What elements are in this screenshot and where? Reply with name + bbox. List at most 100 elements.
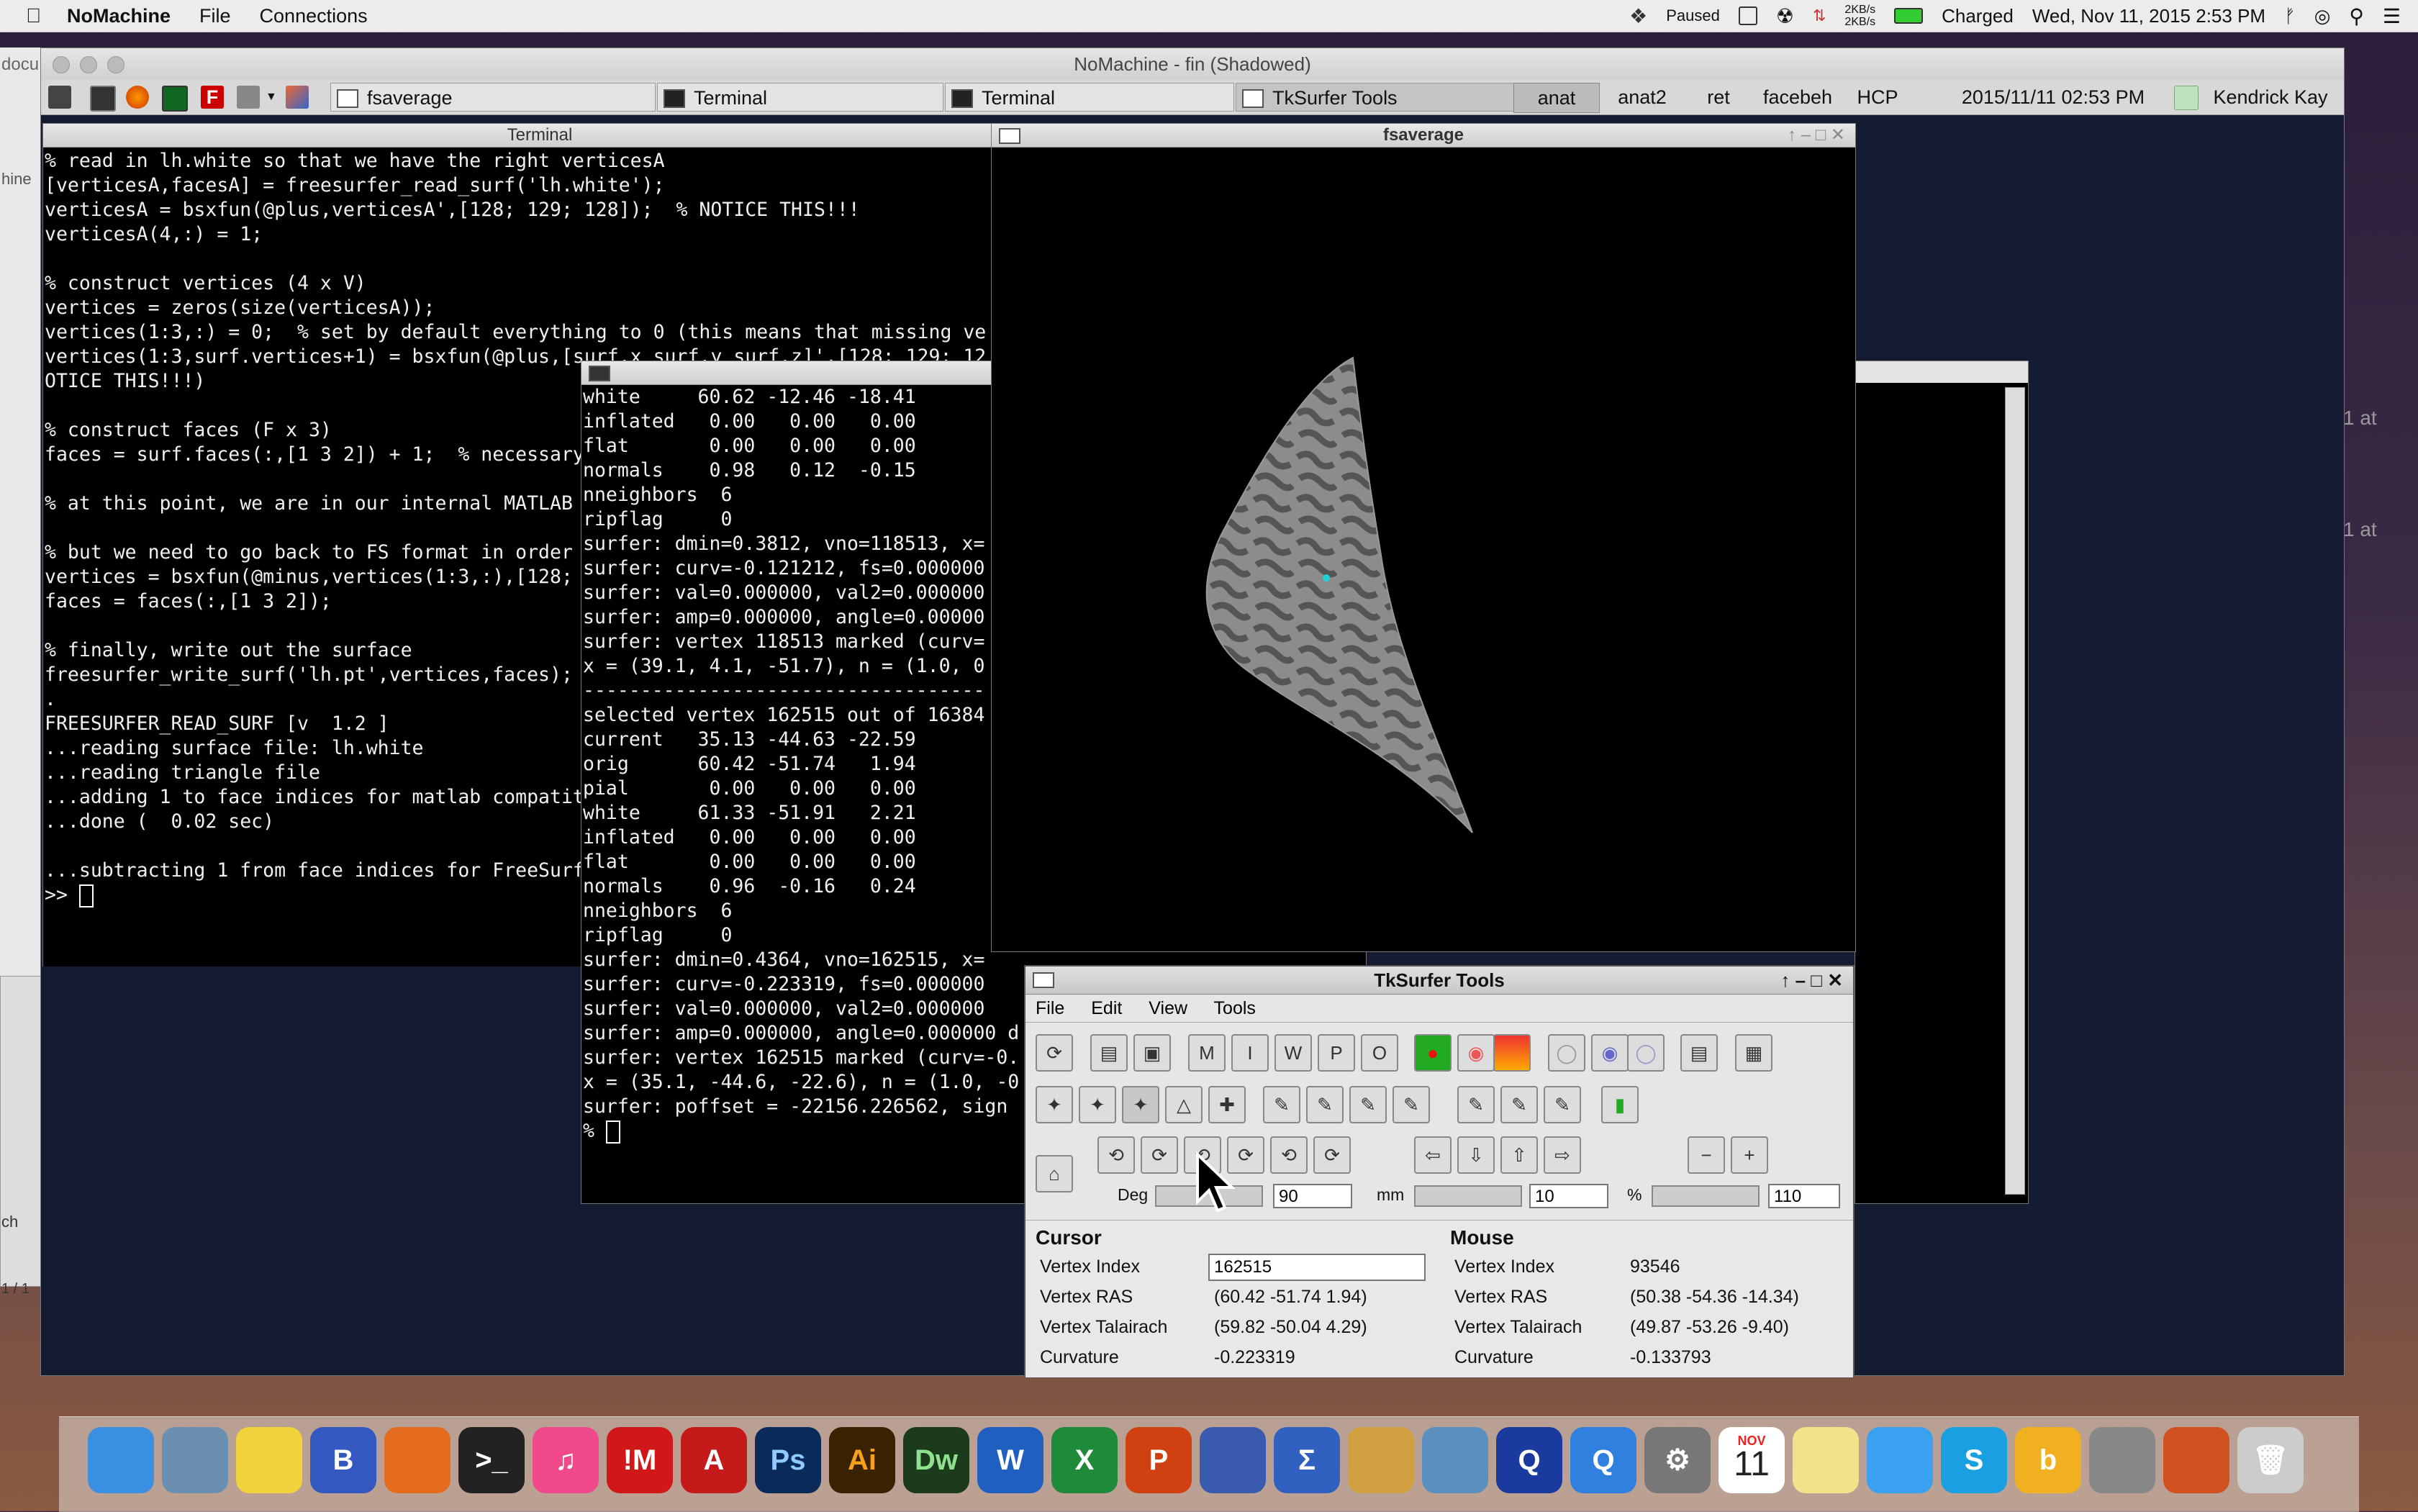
dock-system-preferences-icon[interactable]: ⚙ xyxy=(1644,1427,1711,1493)
fvwm-icon[interactable] xyxy=(48,86,71,109)
label-fill-icon[interactable]: ◉ xyxy=(1591,1034,1629,1072)
cut-line-icon[interactable]: ✚ xyxy=(1208,1086,1246,1123)
dock-bing-icon[interactable]: b xyxy=(2015,1427,2081,1493)
notification-center-icon[interactable]: ☰ xyxy=(2383,4,2401,28)
brain-orig-icon[interactable]: O xyxy=(1361,1034,1398,1072)
clear-marks-icon[interactable]: ✎ xyxy=(1544,1086,1581,1123)
tk-menu-view[interactable]: View xyxy=(1149,998,1187,1018)
workspace-hcp[interactable]: HCP xyxy=(1846,83,1909,112)
tk-menu-edit[interactable]: Edit xyxy=(1091,998,1122,1018)
dock-preview2-icon[interactable] xyxy=(1422,1427,1488,1493)
dock-ps-icon[interactable]: Ps xyxy=(755,1427,821,1493)
bluetooth-icon[interactable]: ᚠ xyxy=(2284,5,2296,27)
dock-stickies-icon[interactable] xyxy=(236,1427,302,1493)
menu-file[interactable]: File xyxy=(199,5,231,27)
dock-bbedit-icon[interactable]: B xyxy=(310,1427,376,1493)
rotate-reset-icon[interactable]: ⟳ xyxy=(1036,1034,1073,1072)
navigate-tool-icon[interactable]: ✦ xyxy=(1036,1086,1073,1123)
dock-skype-icon[interactable]: S xyxy=(1941,1427,2007,1493)
dock-calendar-icon[interactable]: NOV 11 xyxy=(1719,1427,1785,1493)
wifi-icon[interactable]: ◎ xyxy=(2314,5,2331,27)
save-all-icon[interactable]: ▦ xyxy=(1735,1034,1772,1072)
dock-ai-icon[interactable]: Ai xyxy=(829,1427,895,1493)
dock-preview-icon[interactable] xyxy=(162,1427,228,1493)
dock-powerpoint-icon[interactable]: P xyxy=(1126,1427,1192,1493)
radiation-icon[interactable]: ☢ xyxy=(1776,4,1794,28)
user-icon[interactable] xyxy=(2174,86,2199,110)
select-vertex-icon[interactable]: ✦ xyxy=(1079,1086,1116,1123)
brain-main-icon[interactable]: M xyxy=(1188,1034,1226,1072)
workspace-ret[interactable]: ret xyxy=(1686,83,1751,112)
task-fsaverage[interactable]: fsaverage xyxy=(330,83,656,112)
colorbar-icon[interactable] xyxy=(1493,1034,1531,1072)
dock-itunes-icon[interactable]: ♫ xyxy=(533,1427,599,1493)
zoom-slider[interactable] xyxy=(1652,1185,1760,1207)
move-left-icon[interactable]: ⇦ xyxy=(1414,1136,1452,1174)
home-view-icon[interactable]: ⌂ xyxy=(1036,1155,1073,1192)
battery-icon[interactable] xyxy=(1894,8,1924,24)
fill-icon[interactable]: ✎ xyxy=(1349,1086,1387,1123)
paused-status[interactable]: Paused xyxy=(1666,6,1720,25)
dock-transmit-icon[interactable] xyxy=(1348,1427,1414,1493)
filezilla-launcher-icon[interactable]: F xyxy=(201,86,224,109)
dock-dw-icon[interactable]: Dw xyxy=(903,1427,969,1493)
custom-fill-icon[interactable]: ✎ xyxy=(1457,1086,1495,1123)
label-outline-icon[interactable]: ◯ xyxy=(1548,1034,1585,1072)
window-icon[interactable] xyxy=(1738,6,1757,25)
spotlight-icon[interactable]: ⚲ xyxy=(2349,4,2364,28)
dock-finder-icon[interactable] xyxy=(88,1427,154,1493)
rotate-x-down-icon[interactable]: ⟲ xyxy=(1270,1136,1308,1174)
overlay-gradient-icon[interactable]: ◉ xyxy=(1457,1034,1495,1072)
path-icon[interactable]: △ xyxy=(1165,1086,1203,1123)
chevron-down-icon[interactable]: ▼ xyxy=(266,86,277,109)
battery-status[interactable]: Charged xyxy=(1942,5,2014,27)
matlab-launcher-icon[interactable] xyxy=(286,86,309,109)
minimize-window-button[interactable] xyxy=(80,56,97,73)
brain-white-icon[interactable]: W xyxy=(1274,1034,1312,1072)
dock-mail-icon[interactable]: !M xyxy=(607,1427,673,1493)
workspace-anat2[interactable]: anat2 xyxy=(1600,83,1685,112)
dock-terminal-icon[interactable]: >_ xyxy=(458,1427,525,1493)
dock-firefox-icon[interactable] xyxy=(384,1427,450,1493)
dock-quicktime-icon[interactable]: Q xyxy=(1496,1427,1562,1493)
dock-matlab-icon[interactable] xyxy=(2163,1427,2229,1493)
menu-connections[interactable]: Connections xyxy=(260,5,368,27)
task-terminal-1[interactable]: Terminal xyxy=(657,83,943,112)
zoom-field[interactable]: 110 xyxy=(1768,1184,1840,1208)
dropbox-icon[interactable]: ❖ xyxy=(1629,4,1647,28)
curvature-icon[interactable]: ▮ xyxy=(1601,1086,1639,1123)
window-controls-icon[interactable]: ↑ – □ ✕ xyxy=(1780,966,1843,994)
workspace-anat[interactable]: anat xyxy=(1513,83,1600,113)
move-up-icon[interactable]: ⇧ xyxy=(1500,1136,1538,1174)
deg-field[interactable]: 90 xyxy=(1273,1184,1352,1208)
dock-sigma-icon[interactable]: Σ xyxy=(1274,1427,1340,1493)
workspace-facebeh[interactable]: facebeh xyxy=(1751,83,1844,112)
dock-notes-icon[interactable] xyxy=(1793,1427,1859,1493)
brain-inflated-icon[interactable]: I xyxy=(1231,1034,1269,1072)
clock[interactable]: Wed, Nov 11, 2015 2:53 PM xyxy=(2032,5,2265,27)
dock-excel-icon[interactable]: X xyxy=(1051,1427,1118,1493)
taskbar-user[interactable]: Kendrick Kay xyxy=(2206,83,2335,112)
save-as-icon[interactable]: ▣ xyxy=(1133,1034,1171,1072)
close-window-button[interactable] xyxy=(53,56,70,73)
mm-slider[interactable] xyxy=(1414,1185,1522,1207)
overlay-red-icon[interactable]: ● xyxy=(1414,1034,1452,1072)
move-down-icon[interactable]: ⇩ xyxy=(1457,1136,1495,1174)
monitor-launcher-icon[interactable] xyxy=(162,86,188,112)
cursor-vertex-index-input[interactable]: 162515 xyxy=(1208,1254,1426,1281)
tk-menu-tools[interactable]: Tools xyxy=(1214,998,1256,1018)
dock-migration-icon[interactable] xyxy=(1200,1427,1266,1493)
zoom-window-button[interactable] xyxy=(107,56,124,73)
clear-cuts-icon[interactable]: ✎ xyxy=(1500,1086,1538,1123)
settings-launcher-icon[interactable] xyxy=(237,86,260,109)
mm-field[interactable]: 10 xyxy=(1529,1184,1608,1208)
fill-uncut-icon[interactable]: ✎ xyxy=(1393,1086,1430,1123)
brain-surface-render[interactable] xyxy=(992,148,1855,952)
cut-closed-line-icon[interactable]: ✎ xyxy=(1263,1086,1300,1123)
dock-word-icon[interactable]: W xyxy=(977,1427,1043,1493)
dock-network-icon[interactable] xyxy=(2089,1427,2155,1493)
window-controls-icon[interactable]: ↑ – □ ✕ xyxy=(1788,124,1845,147)
screenshot-icon[interactable]: ▤ xyxy=(1680,1034,1718,1072)
brain-pial-icon[interactable]: P xyxy=(1318,1034,1355,1072)
zoom-out-icon[interactable]: − xyxy=(1688,1136,1725,1174)
